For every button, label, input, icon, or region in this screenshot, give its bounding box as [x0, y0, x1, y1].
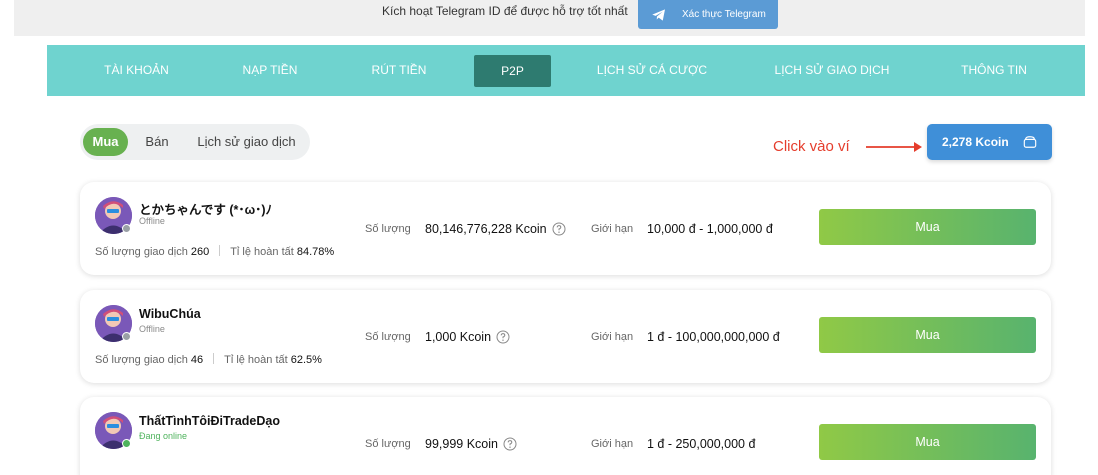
- nav-item-transaction-history[interactable]: LỊCH SỬ GIAO DỊCH: [759, 45, 905, 96]
- banner-text: Kích hoạt Telegram ID để được hỗ trợ tốt…: [382, 4, 628, 18]
- seller-name: ThấtTìnhTôiĐiTradeDạo: [139, 414, 280, 428]
- nav-item-withdraw[interactable]: RÚT TIỀN: [349, 45, 449, 96]
- limit-label: Giới hạn: [591, 438, 634, 450]
- seller-stats: Số lượng giao dịch 260 Tỉ lệ hoàn tất 84…: [95, 245, 334, 258]
- telegram-banner: Kích hoạt Telegram ID để được hỗ trợ tốt…: [14, 0, 1085, 36]
- completion-rate: 62.5%: [290, 354, 322, 366]
- stats-divider: [213, 353, 215, 364]
- online-status-dot: [122, 439, 131, 448]
- tab-sell[interactable]: Bán: [136, 128, 178, 156]
- nav-item-bet-history[interactable]: LỊCH SỬ CÁ CƯỢC: [582, 45, 722, 96]
- quantity-amount: 99,999 Kcoin: [425, 437, 498, 451]
- nav-item-deposit[interactable]: NẠP TIỀN: [219, 45, 321, 96]
- quantity-value: 1,000 Kcoin: [425, 330, 510, 344]
- telegram-verify-button[interactable]: Xác thực Telegram: [638, 0, 778, 29]
- click-wallet-annotation: Click vào ví: [773, 138, 850, 155]
- quantity-label: Số lượng: [365, 223, 411, 235]
- limit-label: Giới hạn: [591, 223, 634, 235]
- seller-stats: Số lượng giao dịch 46 Tỉ lệ hoàn tất 62.…: [95, 353, 322, 366]
- seller-status: Đang online: [139, 431, 188, 441]
- offline-status-dot: [122, 224, 131, 233]
- telegram-verify-label: Xác thực Telegram: [682, 9, 766, 20]
- quantity-label: Số lượng: [365, 331, 411, 343]
- seller-card: とかちゃんです (*･ω･)ﾉ Offline Số lượng giao dị…: [80, 182, 1051, 275]
- completion-rate: 84.78%: [296, 246, 335, 258]
- trades-label: Số lượng giao dịch: [95, 246, 188, 258]
- limit-label: Giới hạn: [591, 331, 634, 343]
- quantity-value: 99,999 Kcoin: [425, 437, 517, 451]
- nav-item-info[interactable]: THÔNG TIN: [942, 45, 1046, 96]
- help-icon[interactable]: [503, 437, 517, 451]
- limit-value: 1 đ - 100,000,000,000 đ: [647, 330, 780, 344]
- trades-count: 260: [190, 246, 210, 258]
- limit-value: 10,000 đ - 1,000,000 đ: [647, 222, 773, 236]
- stats-divider: [219, 245, 221, 256]
- quantity-label: Số lượng: [365, 438, 411, 450]
- buy-button[interactable]: Mua: [819, 424, 1036, 460]
- buy-button[interactable]: Mua: [819, 209, 1036, 245]
- seller-status: Offline: [139, 324, 165, 334]
- seller-card: ThấtTìnhTôiĐiTradeDạo Đang online Số lượ…: [80, 397, 1051, 475]
- main-nav: TÀI KHOẢN NẠP TIỀN RÚT TIỀN P2P LỊCH SỬ …: [47, 45, 1085, 96]
- nav-item-p2p[interactable]: P2P: [474, 55, 551, 87]
- wallet-balance: 2,278 Kcoin: [942, 135, 1009, 149]
- wallet-button[interactable]: 2,278 Kcoin: [927, 124, 1052, 160]
- offline-status-dot: [122, 332, 131, 341]
- quantity-amount: 80,146,776,228 Kcoin: [425, 222, 547, 236]
- telegram-icon: [652, 8, 665, 21]
- buy-button[interactable]: Mua: [819, 317, 1036, 353]
- completion-label: Tỉ lệ hoàn tất: [230, 246, 294, 258]
- help-icon[interactable]: [496, 330, 510, 344]
- tab-buy[interactable]: Mua: [83, 128, 128, 156]
- arrow-right-icon: [866, 142, 922, 152]
- quantity-amount: 1,000 Kcoin: [425, 330, 492, 344]
- quantity-value: 80,146,776,228 Kcoin: [425, 222, 566, 236]
- trades-label: Số lượng giao dịch: [95, 354, 188, 366]
- trades-count: 46: [190, 354, 204, 366]
- seller-status: Offline: [139, 216, 165, 226]
- seller-card: WibuChúa Offline Số lượng giao dịch 46 T…: [80, 290, 1051, 383]
- completion-label: Tỉ lệ hoàn tất: [224, 354, 288, 366]
- nav-item-account[interactable]: TÀI KHOẢN: [84, 45, 189, 96]
- p2p-tabs: Mua Bán Lịch sử giao dịch: [80, 124, 310, 160]
- tab-transaction-history[interactable]: Lịch sử giao dịch: [190, 128, 303, 156]
- help-icon[interactable]: [552, 222, 566, 236]
- limit-value: 1 đ - 250,000,000 đ: [647, 437, 756, 451]
- seller-name: WibuChúa: [139, 307, 201, 321]
- wallet-icon: [1023, 136, 1037, 148]
